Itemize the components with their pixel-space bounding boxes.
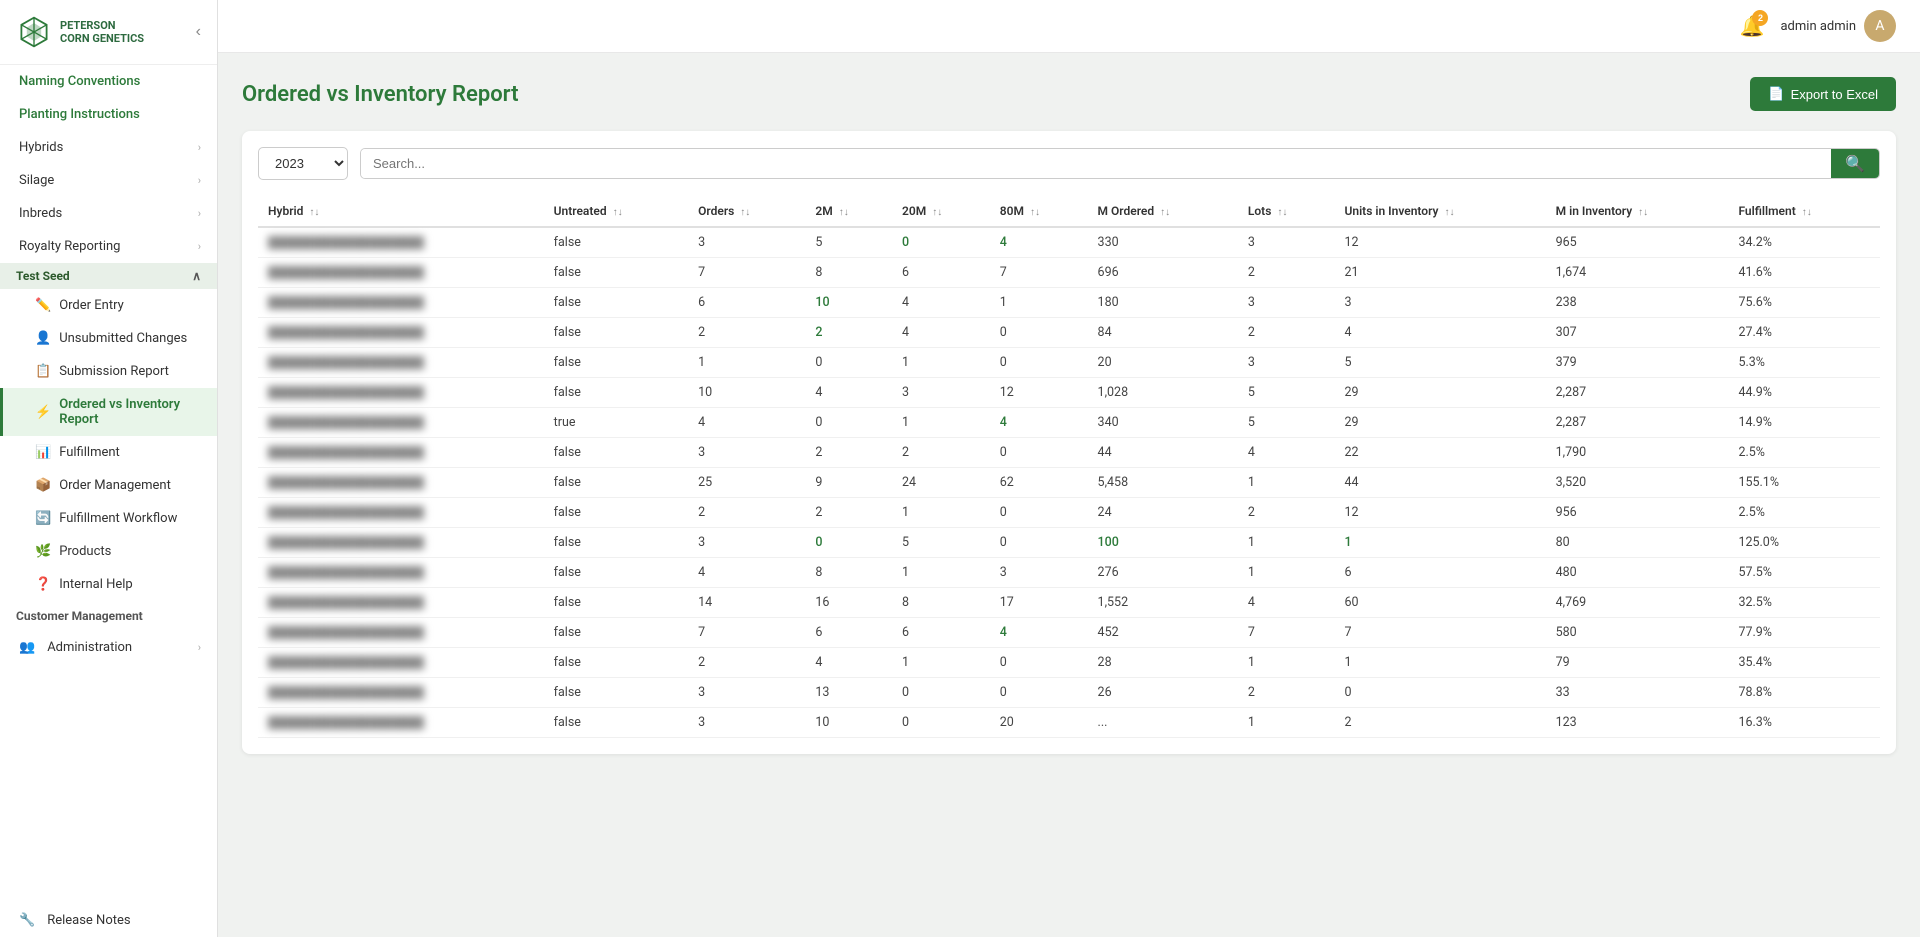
sidebar: PETERSONCORN GENETICS ‹ Naming Conventio… <box>0 0 218 937</box>
hybrids-label: Hybrids <box>19 140 63 155</box>
royalty-reporting-label: Royalty Reporting <box>19 239 120 254</box>
submission-report-label: Submission Report <box>59 364 169 379</box>
table-row: ████████████████████false310020...121231… <box>258 708 1880 738</box>
search-input[interactable] <box>361 149 1831 178</box>
sidebar-item-order-management[interactable]: 📦 Order Management <box>0 469 217 502</box>
fulfillment-label: Fulfillment <box>59 445 120 460</box>
col-orders[interactable]: Orders ↑↓ <box>688 196 805 227</box>
royalty-chevron-icon: › <box>198 240 201 253</box>
table-row: ████████████████████false48132761648057.… <box>258 558 1880 588</box>
table-row: ████████████████████false350433031296534… <box>258 227 1880 258</box>
customer-management-section-header: Customer Management <box>0 601 217 631</box>
table-controls: 2023 2022 2021 2024 🔍 <box>258 147 1880 180</box>
inbreds-label: Inbreds <box>19 206 62 221</box>
ordered-vs-inventory-label: Ordered vs Inventory Report <box>59 397 201 427</box>
table-row: ████████████████████false25924625,458144… <box>258 468 1880 498</box>
sidebar-item-fulfillment-workflow[interactable]: 🔄 Fulfillment Workflow <box>0 502 217 535</box>
sidebar-item-inbreds[interactable]: Inbreds › <box>0 197 217 230</box>
sidebar-item-planting-instructions[interactable]: Planting Instructions <box>0 98 217 131</box>
order-entry-label: Order Entry <box>59 298 124 313</box>
fulfillment-workflow-label: Fulfillment Workflow <box>59 511 177 526</box>
excel-icon: 📄 <box>1768 86 1784 102</box>
internal-help-label: Internal Help <box>59 577 133 592</box>
products-label: Products <box>59 544 111 559</box>
page-header: Ordered vs Inventory Report 📄 Export to … <box>242 77 1896 111</box>
export-excel-button[interactable]: 📄 Export to Excel <box>1750 77 1896 111</box>
search-button[interactable]: 🔍 <box>1831 149 1879 178</box>
table-row: ████████████████████false3130026203378.8… <box>258 678 1880 708</box>
sidebar-collapse-button[interactable]: ‹ <box>196 23 201 41</box>
table-row: ████████████████████false101020353795.3% <box>258 348 1880 378</box>
col-m-inventory[interactable]: M in Inventory ↑↓ <box>1546 196 1729 227</box>
planting-instructions-label: Planting Instructions <box>19 107 140 122</box>
table-row: ████████████████████false241028117935.4% <box>258 648 1880 678</box>
logo-area: PETERSONCORN GENETICS ‹ <box>0 0 217 65</box>
table-row: ████████████████████false2240842430727.4… <box>258 318 1880 348</box>
user-menu[interactable]: admin admin A <box>1780 10 1896 42</box>
sidebar-item-administration[interactable]: 👥 Administration › <box>0 631 217 664</box>
sidebar-item-naming-conventions[interactable]: Naming Conventions <box>0 65 217 98</box>
unsubmitted-changes-label: Unsubmitted Changes <box>59 331 187 346</box>
sidebar-item-hybrids[interactable]: Hybrids › <box>0 131 217 164</box>
notification-badge: 2 <box>1752 10 1768 26</box>
table-body: ████████████████████false350433031296534… <box>258 227 1880 738</box>
logo-icon <box>16 14 52 50</box>
sidebar-item-products[interactable]: 🌿 Products <box>0 535 217 568</box>
table-row: ████████████████████true40143405292,2871… <box>258 408 1880 438</box>
sidebar-item-release-notes[interactable]: 🔧 Release Notes <box>0 904 217 937</box>
col-untreated[interactable]: Untreated ↑↓ <box>544 196 688 227</box>
topbar: 🔔 2 admin admin A <box>218 0 1920 53</box>
silage-label: Silage <box>19 173 54 188</box>
table-row: ████████████████████false3220444221,7902… <box>258 438 1880 468</box>
col-units-inventory[interactable]: Units in Inventory ↑↓ <box>1334 196 1545 227</box>
sidebar-item-submission-report[interactable]: 📋 Submission Report <box>0 355 217 388</box>
table-row: ████████████████████false76644527758077.… <box>258 618 1880 648</box>
page-content: Ordered vs Inventory Report 📄 Export to … <box>218 53 1920 937</box>
sidebar-item-ordered-vs-inventory[interactable]: ⚡ Ordered vs Inventory Report <box>0 388 217 436</box>
user-name: admin admin <box>1780 19 1856 34</box>
sidebar-item-order-entry[interactable]: ✏️ Order Entry <box>0 289 217 322</box>
administration-label: Administration <box>47 640 132 655</box>
silage-chevron-icon: › <box>198 174 201 187</box>
table-row: ████████████████████false610411803323875… <box>258 288 1880 318</box>
test-seed-section-header: Test Seed ∧ <box>0 263 217 289</box>
table-row: ████████████████████false1043121,0285292… <box>258 378 1880 408</box>
inventory-table: Hybrid ↑↓ Untreated ↑↓ Orders ↑↓ 2M ↑↓ 2… <box>258 196 1880 738</box>
table-row: ████████████████████false78676962211,674… <box>258 258 1880 288</box>
sidebar-item-internal-help[interactable]: ❓ Internal Help <box>0 568 217 601</box>
logo-text: PETERSONCORN GENETICS <box>60 19 144 45</box>
table-row: ████████████████████false2210242129562.5… <box>258 498 1880 528</box>
table-row: ████████████████████false14168171,552460… <box>258 588 1880 618</box>
naming-conventions-label: Naming Conventions <box>19 74 140 89</box>
table-header: Hybrid ↑↓ Untreated ↑↓ Orders ↑↓ 2M ↑↓ 2… <box>258 196 1880 227</box>
sidebar-item-silage[interactable]: Silage › <box>0 164 217 197</box>
sidebar-item-royalty-reporting[interactable]: Royalty Reporting › <box>0 230 217 263</box>
main-area: 🔔 2 admin admin A Ordered vs Inventory R… <box>218 0 1920 937</box>
page-title: Ordered vs Inventory Report <box>242 82 519 107</box>
col-2m[interactable]: 2M ↑↓ <box>805 196 892 227</box>
col-fulfillment[interactable]: Fulfillment ↑↓ <box>1728 196 1880 227</box>
sidebar-item-unsubmitted-changes[interactable]: 👤 Unsubmitted Changes <box>0 322 217 355</box>
hybrids-chevron-icon: › <box>198 141 201 154</box>
order-management-label: Order Management <box>59 478 171 493</box>
notification-button[interactable]: 🔔 2 <box>1740 14 1765 39</box>
year-select[interactable]: 2023 2022 2021 2024 <box>258 147 348 180</box>
admin-chevron-icon: › <box>198 641 201 654</box>
release-notes-label: Release Notes <box>47 913 130 928</box>
col-hybrid[interactable]: Hybrid ↑↓ <box>258 196 544 227</box>
inbreds-chevron-icon: › <box>198 207 201 220</box>
user-avatar: A <box>1864 10 1896 42</box>
table-row: ████████████████████false30501001180125.… <box>258 528 1880 558</box>
test-seed-chevron-icon: ∧ <box>192 269 201 283</box>
search-wrapper: 🔍 <box>360 148 1880 179</box>
col-m-ordered[interactable]: M Ordered ↑↓ <box>1088 196 1238 227</box>
sidebar-item-fulfillment[interactable]: 📊 Fulfillment <box>0 436 217 469</box>
report-table-container: 2023 2022 2021 2024 🔍 Hybrid ↑↓ Untreate… <box>242 131 1896 754</box>
col-80m[interactable]: 80M ↑↓ <box>990 196 1088 227</box>
col-20m[interactable]: 20M ↑↓ <box>892 196 990 227</box>
col-lots[interactable]: Lots ↑↓ <box>1238 196 1335 227</box>
